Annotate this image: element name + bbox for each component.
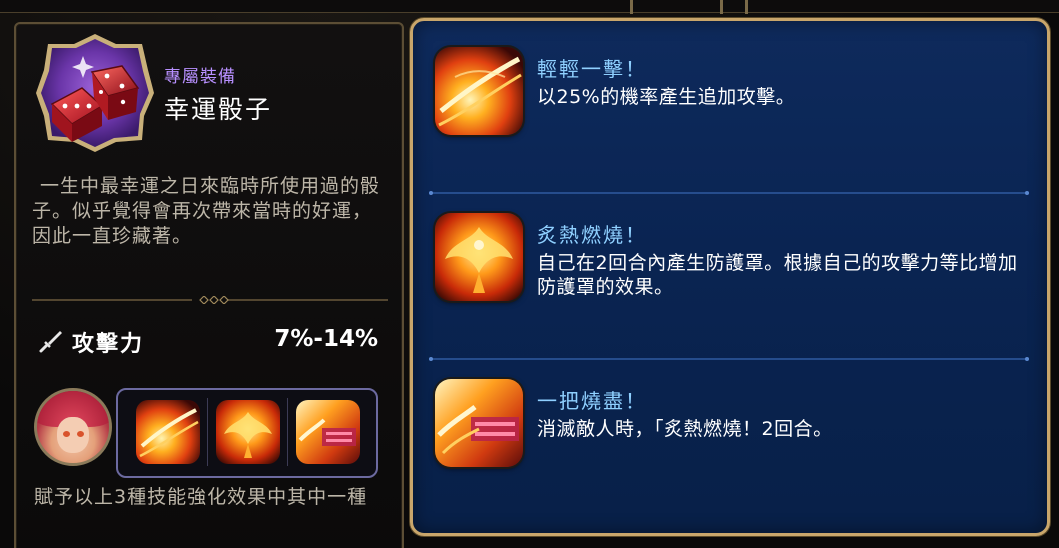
attack-stat-row: 攻擊力 7%-14% (38, 324, 380, 360)
hero-avatar[interactable] (34, 388, 112, 466)
skill-name: 輕輕一擊！ (537, 57, 647, 81)
fire-phoenix-icon[interactable] (216, 400, 280, 464)
tray-separator (287, 398, 288, 466)
fire-burst-icon[interactable] (435, 379, 523, 467)
skill-entry: 一把燒盡！ 消滅敵人時，「炙熱燃燒！2回合。 (431, 379, 1031, 479)
equipment-name: 幸運骰子 (164, 95, 273, 124)
equipment-description: 一生中最幸運之日來臨時所使用過的骰子。似乎覺得會再次帶來當時的好運，因此一直珍藏… (32, 175, 381, 247)
sword-icon (38, 328, 64, 354)
skill-detail-panel: 輕輕一擊！ 以25%的機率產生追加攻擊。 炙熱燃燒！ 自己在2回合內產生防護罩。… (410, 18, 1050, 536)
fire-burst-icon[interactable] (296, 400, 360, 464)
attack-stat-value: 7%-14% (274, 326, 378, 352)
skill-bonus-note: 賦予以上3種技能強化效果中其中一種 (34, 486, 368, 508)
avatar-eye (63, 431, 70, 437)
skill-divider (429, 357, 1029, 361)
attack-stat-label: 攻擊力 (72, 332, 145, 357)
fire-slash-icon[interactable] (136, 400, 200, 464)
avatar-face (57, 417, 89, 453)
skill-entry: 炙熱燃燒！ 自己在2回合內產生防護罩。根據自己的攻擊力等比增加防護罩的效果。 (431, 213, 1031, 313)
skill-description: 消滅敵人時，「炙熱燃燒！2回合。 (537, 418, 833, 440)
frame-notch (630, 0, 633, 14)
frame-notch (745, 0, 748, 14)
tray-separator (207, 398, 208, 466)
equipment-panel: 專屬裝備 幸運骰子 一生中最幸運之日來臨時所使用過的骰子。似乎覺得會再次帶來當時… (14, 22, 404, 548)
frame-notch (720, 0, 723, 14)
skill-name: 炙熱燃燒！ (537, 223, 647, 247)
dice-icon[interactable] (32, 30, 158, 156)
avatar-eye (77, 431, 84, 437)
skill-description: 自己在2回合內產生防護罩。根據自己的攻擊力等比增加防護罩的效果。 (537, 252, 1018, 298)
skill-divider (429, 191, 1029, 195)
equipment-type-label: 專屬裝備 (164, 67, 236, 87)
skill-entry: 輕輕一擊！ 以25%的機率產生追加攻擊。 (431, 47, 1031, 147)
skill-description: 以25%的機率產生追加攻擊。 (537, 86, 796, 108)
ornament-divider (32, 296, 388, 304)
skill-tray (116, 388, 378, 478)
skill-name: 一把燒盡！ (537, 389, 647, 413)
fire-phoenix-icon[interactable] (435, 213, 523, 301)
top-frame-strip (0, 0, 1059, 14)
fire-slash-icon[interactable] (435, 47, 523, 135)
game-screen: 專屬裝備 幸運骰子 一生中最幸運之日來臨時所使用過的骰子。似乎覺得會再次帶來當時… (0, 0, 1059, 548)
